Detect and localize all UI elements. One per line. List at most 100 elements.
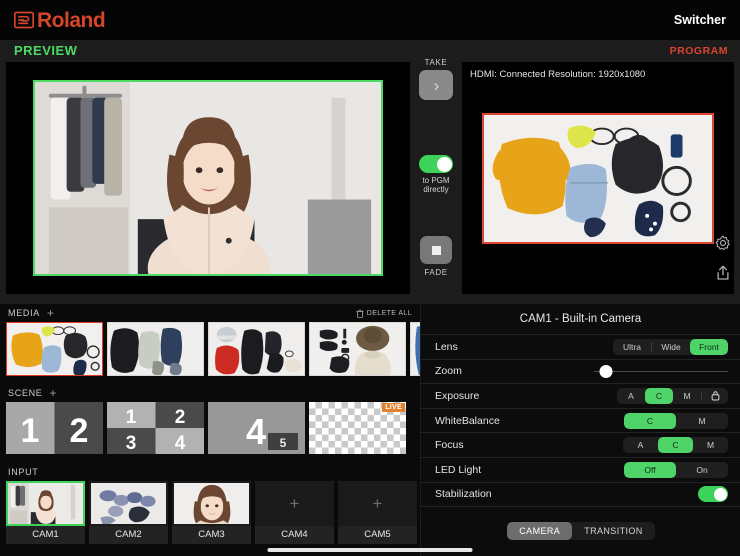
preview-video	[33, 80, 383, 276]
scene-add-button[interactable]: +	[50, 387, 57, 399]
chevron-right-icon: ›	[434, 77, 440, 94]
program-video-frame	[482, 113, 714, 244]
exposure-segmented-control[interactable]: A C M	[617, 388, 728, 404]
scene-item-2[interactable]: 1 2 3 4	[107, 402, 204, 454]
lens-option-wide[interactable]: Wide	[652, 339, 690, 355]
media-title: MEDIA	[8, 308, 40, 318]
fade-block: FADE	[420, 236, 452, 277]
media-thumb-1-image	[7, 323, 102, 375]
preview-monitor[interactable]	[6, 62, 410, 294]
whitebalance-segmented-control[interactable]: C M	[624, 413, 728, 429]
share-icon[interactable]	[714, 264, 732, 282]
take-column: TAKE › to PGM directly FADE	[414, 58, 458, 298]
scene-item-3[interactable]: 4 5	[208, 402, 305, 454]
input-title: INPUT	[8, 467, 39, 477]
exposure-option-c[interactable]: C	[645, 388, 673, 404]
led-light-segmented-control[interactable]: Off On	[624, 462, 728, 478]
setting-row-zoom: Zoom	[421, 359, 740, 384]
to-pgm-line1: to PGM	[422, 176, 449, 185]
preview-video-frame	[33, 80, 383, 276]
input-tile-cam3[interactable]: CAM3	[172, 481, 251, 544]
tab-transition[interactable]: TRANSITION	[572, 522, 655, 540]
input-section-header: INPUT	[0, 463, 420, 481]
input-strip[interactable]: CAM1 CAM2	[0, 481, 420, 544]
scene-title: SCENE	[8, 388, 43, 398]
scene-strip[interactable]: 1 2 1 2 3 4	[0, 402, 420, 454]
tab-camera[interactable]: CAMERA	[507, 522, 572, 540]
input-tile-cam4[interactable]: + CAM4	[255, 481, 334, 544]
take-button[interactable]: ›	[419, 70, 453, 100]
scene-item-4[interactable]: LIVE	[309, 402, 406, 454]
media-thumb-1[interactable]	[6, 322, 103, 376]
stabilization-toggle[interactable]	[698, 486, 728, 502]
setting-row-whitebalance: WhiteBalance C M	[421, 408, 740, 433]
exposure-option-m[interactable]: M	[673, 388, 701, 404]
whitebalance-option-m[interactable]: M	[676, 413, 728, 429]
led-light-option-off[interactable]: Off	[624, 462, 676, 478]
focus-label: Focus	[435, 439, 623, 451]
zoom-slider-knob[interactable]	[600, 365, 613, 378]
led-light-label: LED Light	[435, 464, 624, 476]
preview-video-image	[35, 82, 381, 274]
left-lower-column: MEDIA + DELETE ALL	[0, 304, 420, 556]
focus-segmented-control[interactable]: A C M	[623, 437, 728, 453]
setting-row-led-light: LED Light Off On	[421, 457, 740, 482]
input-add-icon-cam4[interactable]: +	[290, 495, 300, 512]
input-cam1-image	[8, 483, 83, 524]
focus-option-a[interactable]: A	[623, 437, 658, 453]
input-add-icon-cam5[interactable]: +	[373, 495, 383, 512]
monitors-area: HDMI: Connected Resolution: 1920x1080	[0, 62, 740, 304]
input-tile-cam5[interactable]: + CAM5	[338, 481, 417, 544]
lens-option-ultra[interactable]: Ultra	[613, 339, 651, 355]
media-section-header: MEDIA + DELETE ALL	[0, 304, 420, 322]
program-monitor[interactable]: HDMI: Connected Resolution: 1920x1080	[462, 62, 734, 294]
focus-option-c[interactable]: C	[658, 437, 693, 453]
brand-logo: Roland	[14, 10, 105, 31]
program-video	[482, 113, 714, 244]
led-light-option-on[interactable]: On	[676, 462, 728, 478]
input-thumb-cam3[interactable]	[172, 481, 251, 526]
lens-segmented-control[interactable]: Ultra Wide Front	[613, 339, 728, 355]
input-label-cam5: CAM5	[338, 526, 417, 544]
input-tile-cam2[interactable]: CAM2	[89, 481, 168, 544]
svg-text:1: 1	[21, 412, 40, 450]
input-label-cam1: CAM1	[6, 526, 85, 544]
settings-title: CAM1 - Built-in Camera	[421, 304, 740, 334]
exposure-option-a[interactable]: A	[617, 388, 645, 404]
whitebalance-option-c[interactable]: C	[624, 413, 676, 429]
scene-item-1[interactable]: 1 2	[6, 402, 103, 454]
stabilization-label: Stabilization	[435, 488, 698, 500]
focus-option-m[interactable]: M	[693, 437, 728, 453]
media-thumb-4[interactable]	[309, 322, 406, 376]
setting-row-lens: Lens Ultra Wide Front	[421, 334, 740, 359]
input-cam3-image	[174, 483, 249, 524]
lens-option-front[interactable]: Front	[690, 339, 728, 355]
exposure-label: Exposure	[435, 390, 617, 402]
roland-logomark-icon	[14, 10, 34, 30]
media-thumb-3[interactable]	[208, 322, 305, 376]
app-mode-label[interactable]: Switcher	[674, 13, 726, 27]
gear-icon[interactable]	[714, 234, 732, 252]
zoom-label: Zoom	[435, 365, 594, 377]
exposure-lock-button[interactable]	[702, 388, 728, 404]
media-strip[interactable]	[0, 322, 420, 376]
zoom-slider[interactable]	[594, 364, 728, 378]
media-delete-all-button[interactable]: DELETE ALL	[356, 309, 412, 318]
setting-row-exposure: Exposure A C M	[421, 383, 740, 408]
to-pgm-directly-toggle[interactable]	[419, 155, 453, 173]
monitor-label-row: PREVIEW PROGRAM	[0, 40, 740, 62]
media-thumb-5[interactable]	[410, 322, 420, 376]
scene-quad4-icon: 1 2 3 4	[107, 402, 204, 454]
input-cam2-image	[91, 483, 166, 524]
input-thumb-cam5[interactable]: +	[338, 481, 417, 526]
settings-tabs-pill[interactable]: CAMERA TRANSITION	[507, 522, 654, 540]
input-thumb-cam4[interactable]: +	[255, 481, 334, 526]
hdmi-status-text: HDMI: Connected Resolution: 1920x1080	[470, 69, 645, 80]
input-thumb-cam1[interactable]	[6, 481, 85, 526]
input-thumb-cam2[interactable]	[89, 481, 168, 526]
input-tile-cam1[interactable]: CAM1	[6, 481, 85, 544]
media-add-button[interactable]: +	[47, 307, 54, 319]
zoom-slider-track	[594, 371, 728, 373]
fade-button[interactable]	[420, 236, 452, 264]
media-thumb-2[interactable]	[107, 322, 204, 376]
